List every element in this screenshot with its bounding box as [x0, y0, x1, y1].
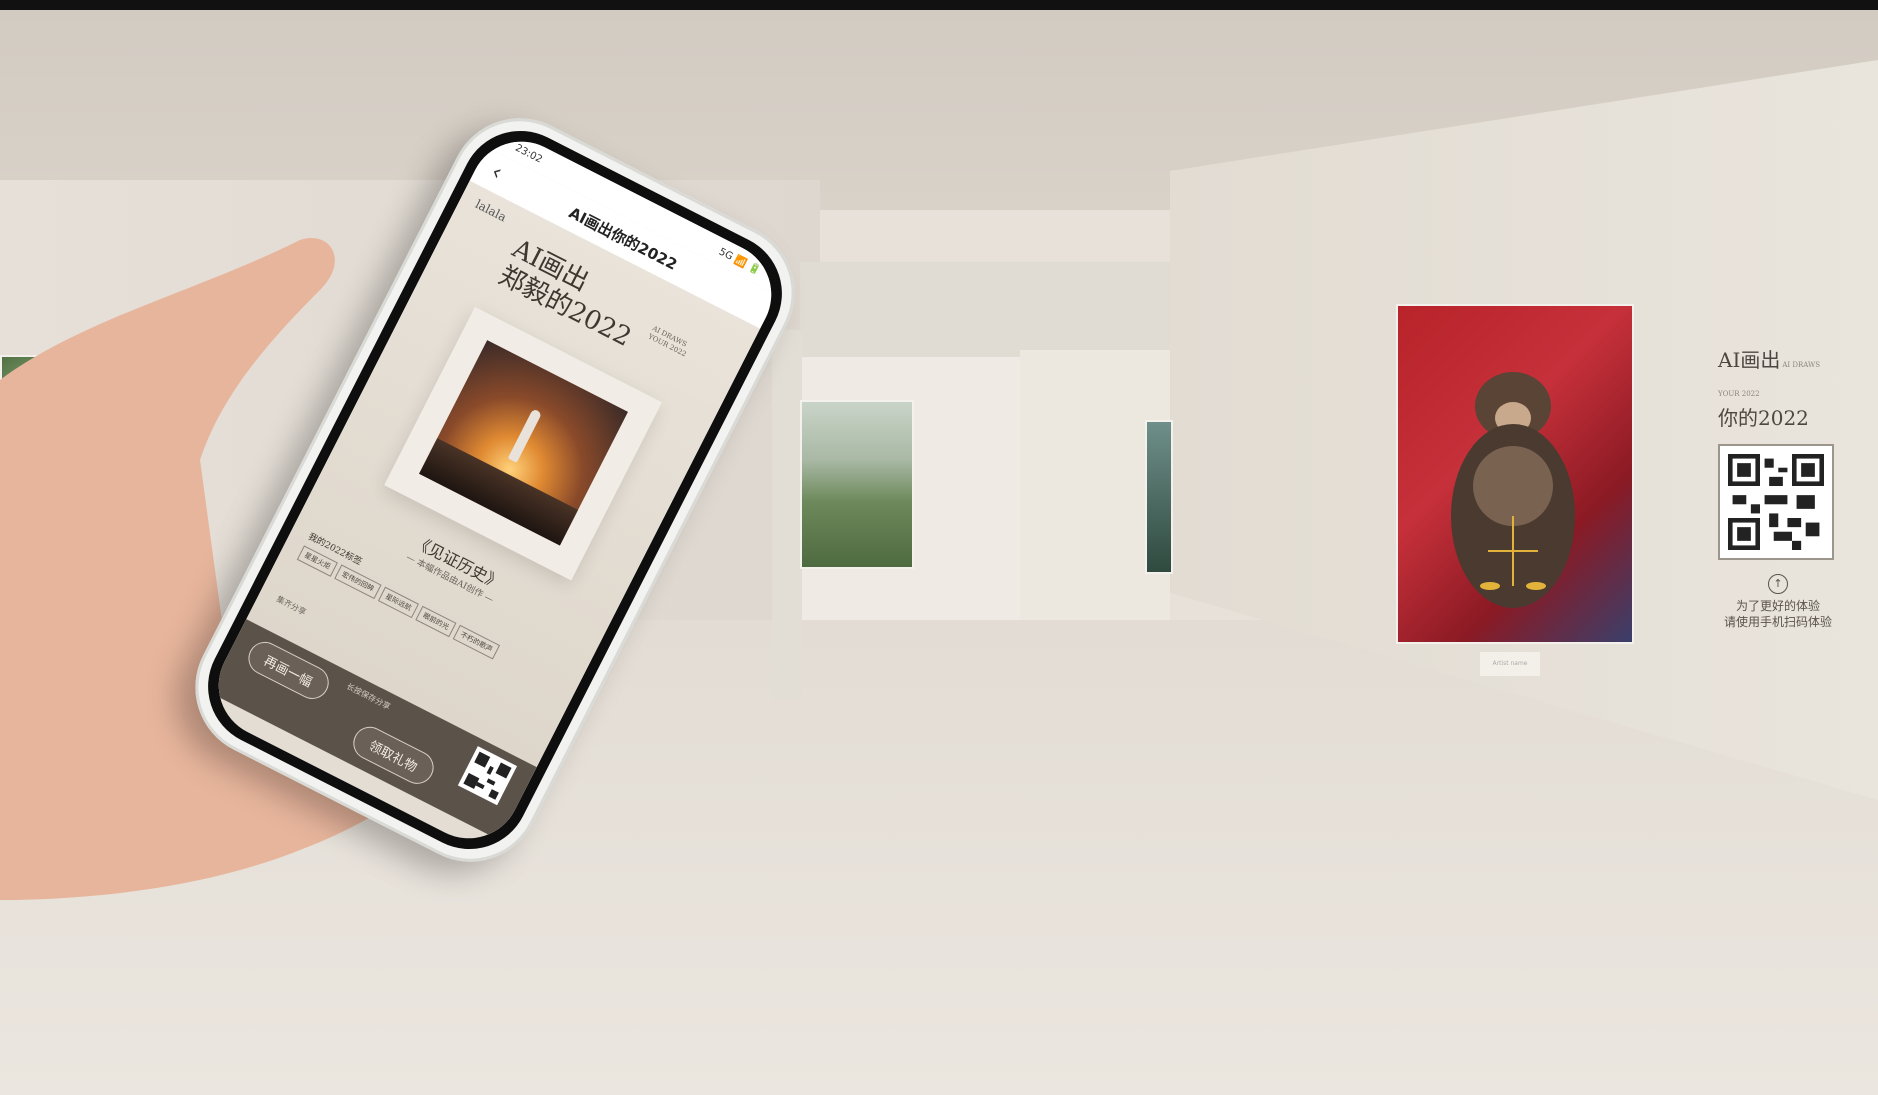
phone-bezel: 23:02 5G 📶 🔋 ‹ AI画出你的2022 lalala AI画出 郑毅… [187, 110, 803, 870]
phone-screen: 23:02 5G 📶 🔋 ‹ AI画出你的2022 lalala AI画出 郑毅… [200, 123, 790, 857]
qr-code-icon [463, 751, 512, 800]
status-time: 23:02 [513, 142, 545, 166]
scan-qr-panel: AI画出 AI DRAWS YOUR 2022 你的2022 ↑ 为了更好的体验 … [1718, 348, 1838, 630]
qr-title-line2: 你的2022 [1718, 406, 1809, 430]
back-arrow-icon[interactable]: ‹ [487, 160, 506, 186]
phone-mockup: 23:02 5G 📶 🔋 ‹ AI画出你的2022 lalala AI画出 郑毅… [120, 94, 840, 910]
painting-distant[interactable] [1145, 420, 1173, 574]
headline-sub: AI DRAWS YOUR 2022 [646, 324, 691, 359]
brand-logo: lalala [472, 196, 509, 225]
arrow-up-icon: ↑ [1768, 574, 1788, 594]
crowd-silhouette [419, 438, 579, 546]
painting-chimpanzee[interactable] [1396, 304, 1634, 644]
save-share-hint: 长按保存分享 [345, 681, 392, 712]
tag-item[interactable]: 眼前的光 [415, 605, 457, 638]
draw-again-button[interactable]: 再画一幅 [242, 636, 335, 705]
tag-item[interactable]: 不朽的歌声 [452, 624, 501, 660]
doorway-ceiling [800, 262, 1170, 357]
artwork-image [419, 340, 628, 546]
qr-hint-line2: 请使用手机扫码体验 [1723, 615, 1832, 629]
claim-gift-button[interactable]: 领取礼物 [347, 721, 440, 790]
rocket-shape [507, 408, 543, 463]
chimpanzee-figure [1451, 372, 1575, 608]
tag-item[interactable]: 宏伟的回眸 [334, 564, 382, 600]
qr-panel-title: AI画出 AI DRAWS YOUR 2022 你的2022 [1718, 348, 1838, 430]
collect-label: 集齐分享 [275, 594, 308, 617]
qr-title-line1: AI画出 [1718, 348, 1781, 372]
qr-hint: ↑ 为了更好的体验 请使用手机扫码体验 [1718, 574, 1838, 630]
qr-code-icon [1728, 454, 1824, 550]
gallery-scene: Artist name AI画出 AI DRAWS YOUR 2022 你的202… [0, 0, 1878, 1095]
painting-plaque: Artist name [1480, 652, 1540, 676]
phone-body: 23:02 5G 📶 🔋 ‹ AI画出你的2022 lalala AI画出 郑毅… [171, 94, 819, 886]
mini-qr-code[interactable] [457, 746, 518, 806]
qr-code[interactable] [1718, 444, 1834, 560]
tag-item[interactable]: 星际远航 [377, 586, 420, 619]
top-black-bar [0, 0, 1878, 10]
qr-hint-line1: 为了更好的体验 [1735, 599, 1820, 613]
